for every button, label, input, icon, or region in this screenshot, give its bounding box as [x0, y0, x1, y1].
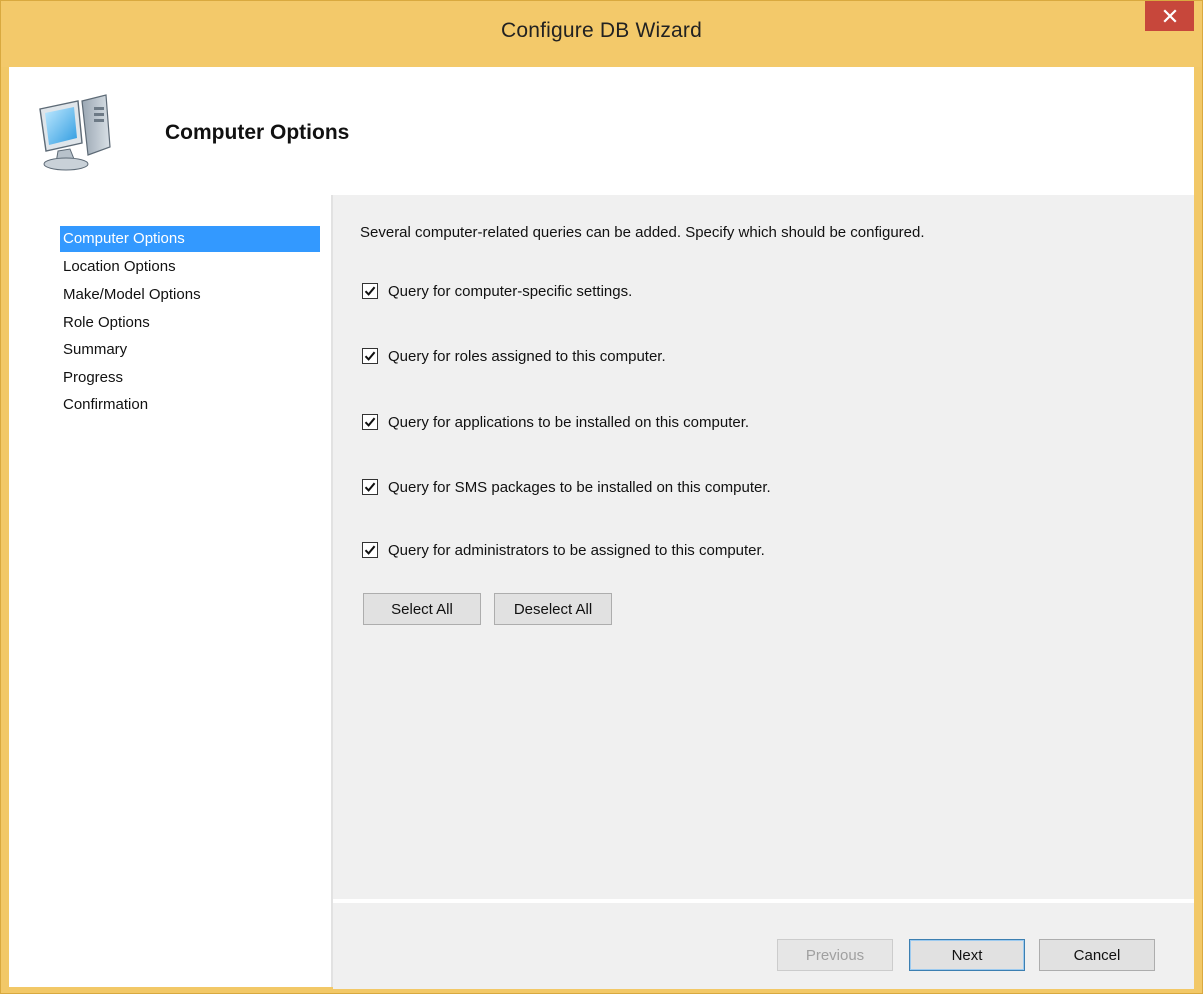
sidebar-item-make-model-options[interactable]: Make/Model Options — [60, 282, 320, 308]
checkbox-applications[interactable] — [362, 414, 378, 430]
checkmark-icon — [364, 482, 376, 492]
checkbox-sms-packages[interactable] — [362, 479, 378, 495]
option-label: Query for SMS packages to be installed o… — [388, 478, 771, 496]
sidebar-item-role-options[interactable]: Role Options — [60, 310, 320, 336]
content-panel: Several computer-related queries can be … — [333, 195, 1194, 899]
close-icon — [1162, 9, 1177, 23]
option-label: Query for applications to be installed o… — [388, 413, 750, 431]
option-applications[interactable]: Query for applications to be installed o… — [362, 412, 749, 432]
deselect-all-button[interactable]: Deselect All — [494, 593, 612, 625]
intro-text: Several computer-related queries can be … — [360, 224, 925, 241]
previous-button[interactable]: Previous — [777, 939, 893, 971]
option-roles[interactable]: Query for roles assigned to this compute… — [362, 346, 666, 366]
option-label: Query for administrators to be assigned … — [388, 541, 765, 559]
page-title: Computer Options — [165, 121, 350, 144]
checkbox-computer-settings[interactable] — [362, 283, 378, 299]
wizard-header: Computer Options — [9, 67, 1194, 195]
computer-icon — [39, 94, 111, 171]
wizard-window: Configure DB Wizard Computer Options Com… — [0, 0, 1203, 994]
wizard-footer: Previous Next Cancel — [333, 901, 1194, 989]
checkbox-administrators[interactable] — [362, 542, 378, 558]
wizard-client-area: Computer Options Computer Options Locati… — [9, 67, 1194, 989]
checkmark-icon — [364, 545, 376, 555]
cancel-button[interactable]: Cancel — [1039, 939, 1155, 971]
checkmark-icon — [364, 286, 376, 296]
sidebar-item-computer-options[interactable]: Computer Options — [60, 226, 320, 252]
checkbox-roles[interactable] — [362, 348, 378, 364]
option-computer-settings[interactable]: Query for computer-specific settings. — [362, 281, 632, 301]
select-all-button[interactable]: Select All — [363, 593, 481, 625]
sidebar-item-summary[interactable]: Summary — [60, 337, 320, 363]
wizard-steps-sidebar: Computer Options Location Options Make/M… — [9, 195, 333, 987]
option-label: Query for roles assigned to this compute… — [388, 347, 666, 365]
sidebar-item-progress[interactable]: Progress — [60, 365, 320, 391]
checkmark-icon — [364, 417, 376, 427]
title-bar[interactable]: Configure DB Wizard — [1, 1, 1202, 67]
next-button[interactable]: Next — [909, 939, 1025, 971]
checkmark-icon — [364, 351, 376, 361]
window-title: Configure DB Wizard — [500, 19, 703, 42]
close-button[interactable] — [1145, 1, 1194, 31]
option-sms-packages[interactable]: Query for SMS packages to be installed o… — [362, 477, 771, 497]
sidebar-item-confirmation[interactable]: Confirmation — [60, 392, 320, 418]
option-label: Query for computer-specific settings. — [388, 282, 633, 300]
sidebar-item-location-options[interactable]: Location Options — [60, 254, 320, 280]
option-administrators[interactable]: Query for administrators to be assigned … — [362, 540, 765, 560]
